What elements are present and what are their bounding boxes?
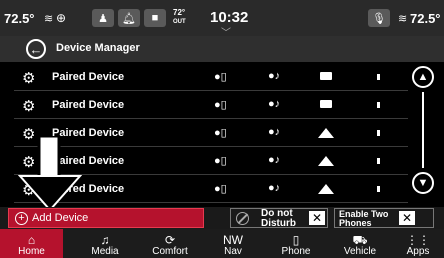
favorite-status-icon[interactable] — [318, 128, 334, 138]
nav-phone[interactable]: ▯ Phone — [265, 229, 327, 258]
passenger-seat-heat-icon[interactable]: ≋ — [398, 12, 407, 25]
phone-connection-icon[interactable]: ●▯ — [214, 70, 227, 83]
nav-vehicle-label: Vehicle — [343, 246, 377, 257]
media-connection-icon[interactable]: ●♪ — [268, 182, 280, 194]
plus-icon: + — [15, 211, 28, 225]
nav-comfort-label: Comfort — [152, 246, 188, 257]
notification-icon[interactable]: 🔔︎ — [118, 9, 140, 27]
scroll-down-button[interactable]: ▼ — [412, 172, 434, 194]
pointer-arrow-icon — [18, 136, 82, 212]
nav-media[interactable]: ♫ Media — [74, 229, 136, 258]
nav-phone-label: Phone — [281, 246, 311, 257]
media-connection-icon[interactable]: ●♪ — [268, 98, 280, 110]
phone-connection-icon[interactable]: ●▯ — [214, 126, 227, 139]
nav-nav-icon: NW — [223, 233, 243, 247]
outside-temp-label: OUT — [173, 19, 186, 25]
nav-media-label: Media — [91, 246, 119, 257]
priority-indicator-icon — [377, 186, 380, 192]
two-phones-off-checkbox[interactable]: ✕ — [399, 211, 415, 225]
device-name: Paired Device — [52, 71, 125, 83]
phone-connection-icon[interactable]: ●▯ — [214, 154, 227, 167]
nav-nav-label: Nav — [224, 246, 242, 257]
nav-media-icon: ♫ — [100, 233, 110, 247]
camera-icon[interactable]: ■ — [144, 9, 166, 27]
enable-two-phones-label: Enable Two Phones — [339, 210, 388, 228]
add-device-label: Add Device — [32, 212, 89, 224]
priority-indicator-icon — [377, 102, 380, 108]
driver-profile-icon[interactable]: ♟ — [92, 9, 114, 27]
nav-home-icon: ⌂ — [27, 233, 36, 247]
nav-phone-icon: ▯ — [292, 233, 300, 247]
outside-temp-value: 72° — [173, 8, 186, 17]
enable-two-phones-toggle[interactable]: Enable Two Phones ✕ — [334, 208, 434, 228]
add-device-button[interactable]: + Add Device — [8, 208, 204, 228]
scroll-up-button[interactable]: ▲ — [412, 66, 434, 88]
passenger-temp[interactable]: 72.5° — [410, 11, 441, 26]
do-not-disturb-label: Do not Disturb — [261, 209, 296, 229]
nav-vehicle-icon: ⛟ — [352, 233, 368, 247]
media-connection-icon[interactable]: ●♪ — [268, 154, 280, 166]
favorite-status-icon[interactable] — [318, 156, 334, 166]
favorite-status-icon[interactable] — [318, 184, 334, 194]
do-not-disturb-icon — [236, 212, 249, 225]
back-button[interactable]: ← — [26, 39, 46, 59]
two-line2: Phones — [339, 218, 372, 228]
nav-apps-label: Apps — [406, 246, 430, 257]
gear-icon[interactable]: ⚙ — [22, 97, 35, 115]
dnd-line2: Disturb — [261, 218, 296, 229]
favorite-status-icon[interactable] — [320, 72, 332, 80]
priority-indicator-icon — [377, 130, 380, 136]
voice-mic-icon[interactable]: 🎙︎ — [368, 9, 390, 27]
favorite-status-icon[interactable] — [320, 100, 332, 108]
page-title: Device Manager — [56, 42, 140, 54]
nav-comfort[interactable]: ⟳ Comfort — [138, 229, 202, 258]
priority-indicator-icon — [377, 158, 380, 164]
device-name: Paired Device — [52, 99, 125, 111]
priority-indicator-icon — [377, 74, 380, 80]
gear-icon[interactable]: ⚙ — [22, 69, 35, 87]
nav-comfort-icon: ⟳ — [164, 233, 176, 247]
list-item[interactable]: ⚙ Paired Device ●▯ ●♪ — [14, 64, 408, 91]
nav-nav[interactable]: NW Nav — [203, 229, 263, 258]
nav-vehicle[interactable]: ⛟ Vehicle — [328, 229, 392, 258]
nav-home-label: Home — [18, 246, 45, 257]
do-not-disturb-toggle[interactable]: Do not Disturb ✕ — [230, 208, 328, 229]
phone-connection-icon[interactable]: ●▯ — [214, 98, 227, 111]
dnd-off-checkbox[interactable]: ✕ — [309, 211, 325, 225]
nav-apps[interactable]: ⋮⋮ Apps — [392, 229, 444, 258]
chevron-up-icon: ▲ — [417, 70, 429, 83]
back-arrow-icon: ← — [29, 41, 43, 57]
list-item[interactable]: ⚙ Paired Device ●▯ ●♪ — [14, 92, 408, 119]
media-connection-icon[interactable]: ●♪ — [268, 70, 280, 82]
driver-temp[interactable]: 72.5° — [4, 11, 35, 26]
outside-temp: 72° OUT — [173, 9, 186, 26]
media-connection-icon[interactable]: ●♪ — [268, 126, 280, 138]
steering-heat-icon[interactable]: ⊕ — [56, 11, 66, 25]
seat-heat-icon[interactable]: ≋ — [44, 12, 53, 25]
nav-apps-icon: ⋮⋮ — [406, 233, 430, 247]
scroll-track[interactable] — [422, 92, 424, 168]
chevron-down-icon: ▼ — [417, 176, 429, 189]
nav-home[interactable]: ⌂ Home — [0, 229, 63, 258]
phone-connection-icon[interactable]: ●▯ — [214, 182, 227, 195]
